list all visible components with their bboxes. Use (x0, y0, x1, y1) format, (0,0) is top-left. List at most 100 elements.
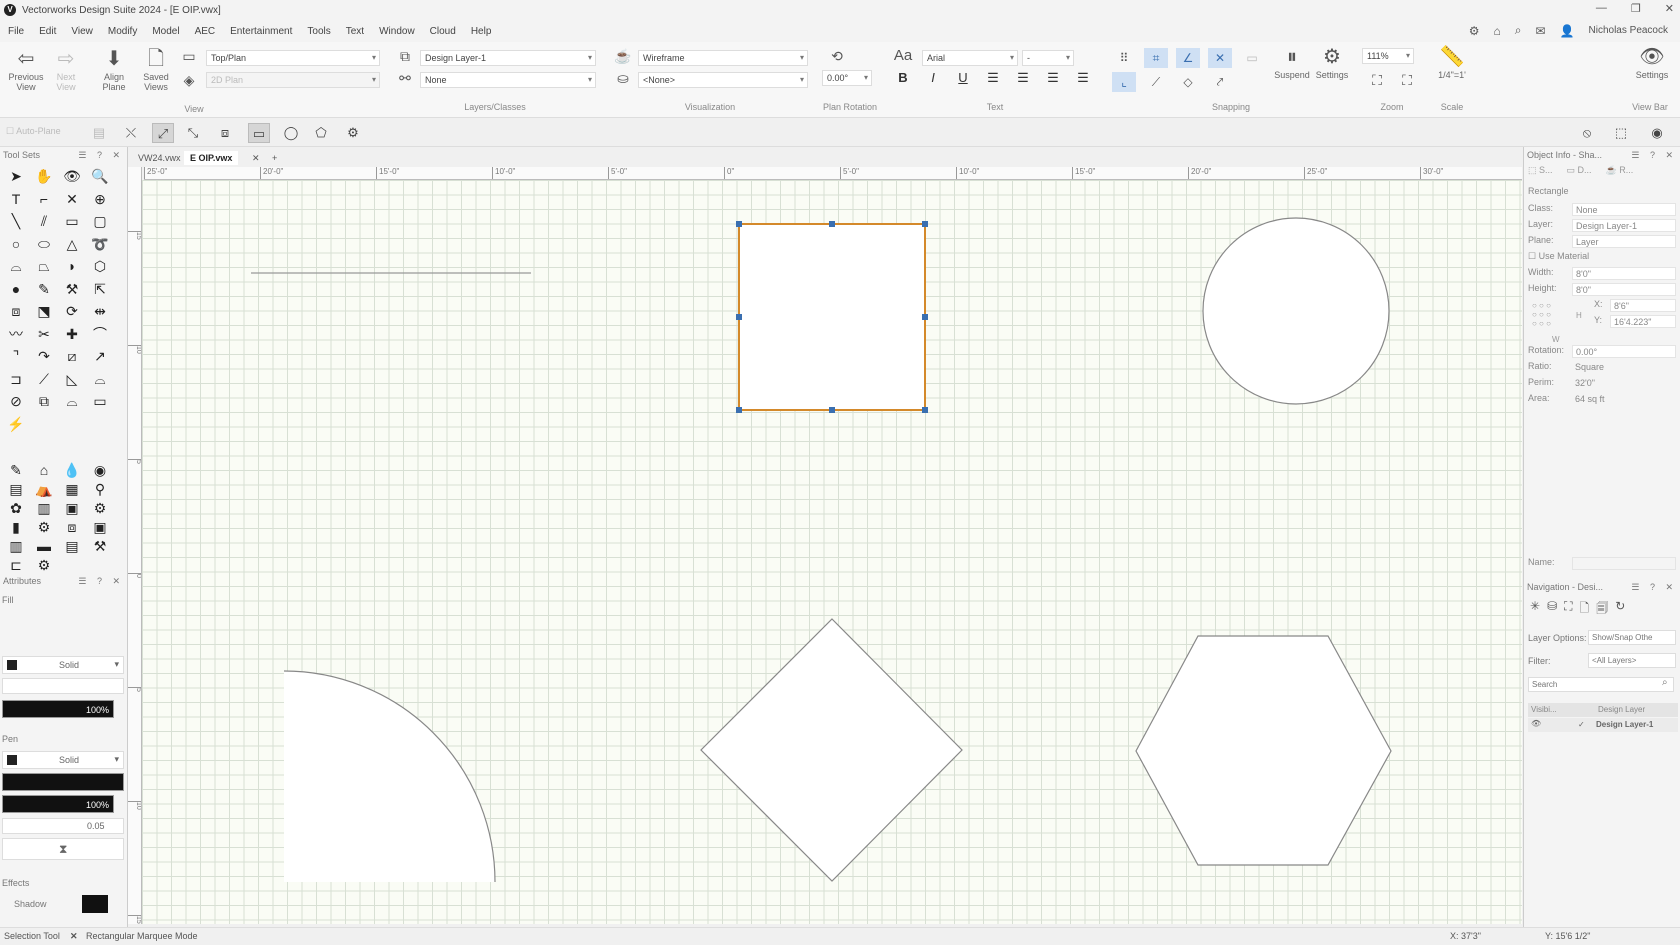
clip-tool-icon[interactable]: ↗ (86, 345, 114, 368)
nav-layers-icon[interactable]: ⛁ (1547, 599, 1557, 620)
height-row[interactable]: Height: 8'0" (1528, 283, 1678, 297)
landscape-set-icon[interactable]: ✿ (2, 497, 30, 516)
width-row[interactable]: Width: 8'0" (1528, 267, 1678, 281)
seating-set-icon[interactable]: ▤ (58, 535, 86, 554)
menu-model[interactable]: Model (152, 26, 179, 37)
snap-distance-icon[interactable]: ▭ (1240, 48, 1264, 68)
panel-controls-icon[interactable]: ☰ ? ✕ (1631, 579, 1677, 595)
line-tool-icon[interactable]: ╲ (2, 210, 30, 233)
rectangular-marquee-icon[interactable]: ▭ (248, 123, 270, 143)
furniture-set-icon[interactable]: ⛺ (30, 478, 58, 497)
restore-icon[interactable]: ❐ (1631, 2, 1641, 15)
plan-rotation-icon[interactable]: ⟲ (826, 46, 848, 66)
arc-tool-icon[interactable]: ◗ (58, 255, 86, 278)
menu-tools[interactable]: Tools (307, 26, 330, 37)
box-position-widget[interactable]: ○ ○ ○ ○ ○ ○ ○ ○ ○ H W (1532, 299, 1582, 344)
lighting-set-icon[interactable]: ⚲ (86, 478, 114, 497)
search-icon[interactable]: ⌕ (1515, 23, 1522, 38)
view-bar-settings-button[interactable]: 👁 Settings (1632, 46, 1672, 80)
snap-smart-points-icon[interactable]: ⌞ (1112, 72, 1136, 92)
building-shell-set-icon[interactable]: ⌂ (30, 459, 58, 478)
bold-button[interactable]: B (890, 70, 916, 85)
protractor-tool-icon[interactable]: ⊘ (2, 390, 30, 413)
detailing-set-icon[interactable]: ▤ (2, 478, 30, 497)
mail-icon[interactable]: ✉ (1536, 24, 1546, 38)
table-row[interactable]: 👁 ✓ Design Layer-1 (1528, 718, 1678, 732)
drawing-canvas[interactable] (142, 180, 1522, 924)
align-left-icon[interactable]: ☰ (980, 70, 1006, 86)
snap-angle-icon[interactable]: ∠ (1176, 48, 1200, 68)
font-size-dropdown[interactable]: - (1022, 50, 1074, 66)
trim-tool-icon[interactable]: ✂ (30, 323, 58, 346)
filter-dropdown[interactable]: <All Layers> (1588, 653, 1676, 668)
auto-plane-toggle[interactable]: ☐ Auto-Plane (6, 126, 61, 137)
rounded-rectangle-tool-icon[interactable]: ▢ (86, 210, 114, 233)
suspend-snapping-button[interactable]: ⏸ Suspend (1272, 46, 1312, 80)
pen-style-dropdown[interactable]: Solid ▾ (2, 751, 124, 769)
home-icon[interactable]: ⌂ (1494, 24, 1501, 38)
nav-symbols-icon[interactable]: ↻ (1615, 599, 1625, 620)
measure-tool-icon[interactable]: ⟋ (30, 368, 58, 391)
visible-eye-icon[interactable]: 👁 (1531, 719, 1541, 728)
font-dropdown[interactable]: Arial (922, 50, 1018, 66)
selection-preferences-icon[interactable]: ⚙ (342, 123, 364, 143)
justify-icon[interactable]: ☰ (1070, 70, 1096, 86)
user-icon[interactable]: 👤 (1560, 24, 1575, 38)
class-row[interactable]: Class: None (1528, 203, 1678, 217)
user-name[interactable]: Nicholas Peacock (1589, 25, 1668, 36)
truss-set-icon[interactable]: ▬ (30, 535, 58, 554)
menu-help[interactable]: Help (471, 26, 492, 37)
snap-settings-button[interactable]: ⚙ Settings (1312, 46, 1352, 80)
shadow-color-swatch[interactable] (82, 895, 108, 913)
spiral-tool-icon[interactable]: ➰ (86, 233, 114, 256)
fill-color-swatch[interactable] (7, 660, 17, 670)
snap-object-icon[interactable]: ⌗ (1144, 48, 1168, 68)
polygon-tool-icon[interactable]: ⏢ (30, 255, 58, 278)
selection-tool-icon[interactable]: ➤ (2, 165, 30, 188)
pen-color-swatch[interactable] (7, 755, 17, 765)
class-dropdown[interactable]: None (420, 72, 596, 88)
minimize-icon[interactable]: — (1596, 2, 1607, 15)
menu-modify[interactable]: Modify (108, 26, 137, 37)
lighting-dropdown[interactable]: <None> (638, 72, 808, 88)
polygon-marquee-icon[interactable]: ⬠ (310, 123, 332, 143)
machine-set-icon[interactable]: ⚙ (30, 516, 58, 535)
zoom-fit-icon[interactable]: ⛶ (1366, 70, 1388, 90)
status-close-icon[interactable]: ✕ (70, 931, 78, 942)
fill-opacity-bar[interactable]: 100% (2, 700, 114, 718)
offset-tool-icon[interactable]: ↷ (30, 345, 58, 368)
multiple-reshape-icon[interactable]: ⧈ (214, 123, 236, 143)
settings-gear-icon[interactable]: ⚙ (1469, 24, 1480, 38)
visualization-set-icon[interactable]: ◉ (86, 459, 114, 478)
tape-tool-icon[interactable]: ◺ (58, 368, 86, 391)
diamond-object[interactable] (700, 618, 963, 882)
x-row[interactable]: X: 8'6" (1594, 299, 1680, 313)
pen-opacity-bar[interactable]: 100% (2, 795, 114, 813)
nav-classes-icon[interactable]: ✳ (1530, 599, 1540, 620)
pan-tool-icon[interactable]: ✋ (30, 165, 58, 188)
render-status-icon[interactable]: ◉ (1646, 123, 1668, 143)
zoom-dropdown[interactable]: 111% (1362, 48, 1414, 64)
split-tool-icon[interactable]: ⧄ (58, 345, 86, 368)
visibility-tool-icon[interactable]: ⇱ (86, 278, 114, 301)
display-set-icon[interactable]: ▦ (58, 478, 86, 497)
regular-polygon-tool-icon[interactable]: ⬡ (86, 255, 114, 278)
menu-entertainment[interactable]: Entertainment (230, 26, 292, 37)
pen-color-bar[interactable] (2, 773, 124, 791)
single-object-scaling-icon[interactable]: ⤡ (182, 123, 204, 143)
tab-e-oip[interactable]: E OIP.vwx (184, 151, 239, 165)
use-material-checkbox[interactable]: ☐ Use Material (1528, 251, 1589, 262)
disable-interactive-icon[interactable]: ⤬ (120, 123, 142, 143)
freehand-tool-icon[interactable]: 〰 (2, 323, 30, 346)
triangle-tool-icon[interactable]: △ (58, 233, 86, 256)
view-toggle-icon[interactable]: ⦸ (1576, 123, 1598, 143)
camera-set-icon[interactable]: ▣ (86, 516, 114, 535)
symbol-insert-tool-icon[interactable]: ⧈ (2, 300, 30, 323)
italic-button[interactable]: I (920, 70, 946, 85)
hexagon-object[interactable] (1135, 635, 1392, 866)
line-weight-dropdown[interactable]: 0.05 (2, 818, 124, 834)
align-center-icon[interactable]: ☰ (1010, 70, 1036, 86)
columns-set-icon[interactable]: ▮ (2, 516, 30, 535)
plane-mode-icon[interactable]: ▤ (88, 123, 110, 143)
saved-views-button[interactable]: 🗋 Saved Views (138, 48, 174, 92)
